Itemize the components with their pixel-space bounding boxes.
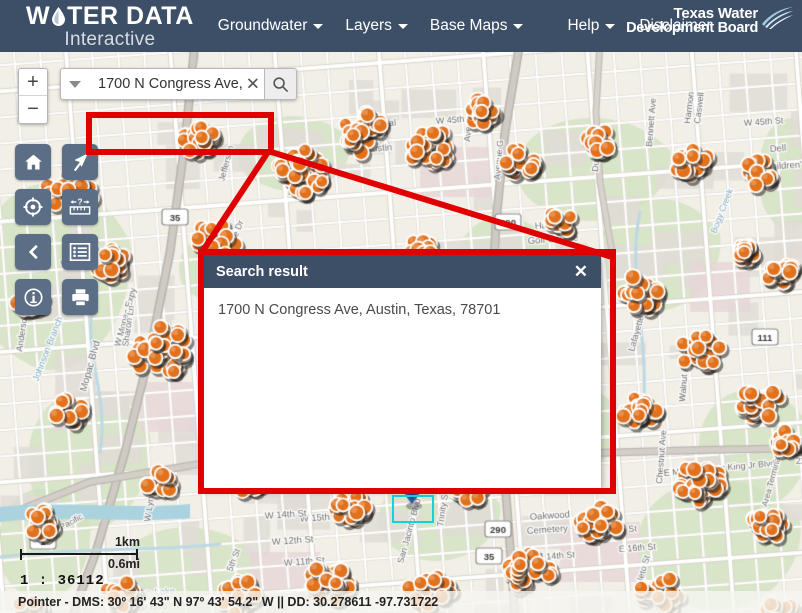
search-result-address: 1700 N Congress Ave, Austin, Texas, 7870… — [218, 302, 501, 318]
logo-water-data: W TER DATA — [26, 1, 194, 30]
logo-w: W — [26, 1, 51, 30]
scale-graphic: 1km 0.6mi — [20, 535, 140, 571]
identify-info-button[interactable] — [15, 279, 51, 315]
chevron-down-icon — [69, 80, 81, 88]
search-bar[interactable]: ✕ — [60, 68, 297, 100]
info-icon — [23, 287, 43, 307]
popup-body: 1700 N Congress Ave, Austin, Texas, 7870… — [204, 288, 601, 488]
home-icon — [24, 154, 42, 169]
nav-base-maps-label: Base Maps — [429, 17, 508, 34]
locate-button[interactable] — [15, 189, 51, 225]
popup-header: Search result ✕ — [204, 255, 601, 288]
svg-text:?: ? — [77, 197, 82, 206]
twdb-swoosh-icon — [760, 7, 794, 34]
twdb-logo-text: Texas Water Development Board — [626, 6, 758, 36]
measure-ruler-icon: ? — [69, 197, 91, 215]
nav-layers[interactable]: Layers — [343, 13, 410, 39]
cursor-arrow-icon — [73, 153, 87, 171]
logo-ter-data: TER DATA — [67, 1, 194, 30]
search-submit-button[interactable] — [264, 68, 297, 100]
nav-groundwater-label: Groundwater — [217, 17, 308, 34]
measure-button[interactable]: ? — [62, 189, 98, 225]
search-source-dropdown[interactable] — [60, 68, 89, 100]
locate-crosshair-icon — [23, 197, 43, 217]
twdb-agency-logo[interactable]: Texas Water Development Board — [626, 6, 794, 36]
scale-bar: 1km 0.6mi 1 : 36112 — [20, 535, 140, 589]
search-result-popup[interactable]: Search result ✕ 1700 N Congress Ave, Aus… — [204, 255, 601, 488]
popup-title: Search result — [216, 263, 308, 280]
scale-mi-label: 0.6mi — [108, 557, 140, 571]
water-data-interactive-app: + − ✕ — [0, 0, 802, 613]
zoom-control[interactable]: + − — [18, 68, 48, 124]
search-input[interactable] — [96, 75, 248, 93]
zoom-in-button[interactable]: + — [19, 69, 47, 96]
chevron-down-icon — [605, 23, 616, 29]
home-button[interactable] — [15, 144, 51, 180]
water-droplet-icon — [51, 6, 66, 26]
nav-layers-label: Layers — [345, 17, 392, 34]
print-button[interactable] — [62, 279, 98, 315]
nav-groundwater[interactable]: Groundwater — [216, 13, 326, 39]
printer-icon — [71, 288, 89, 306]
twdb-line2: Development Board — [626, 20, 758, 37]
scale-line — [20, 549, 138, 560]
nav-base-maps[interactable]: Base Maps — [428, 13, 526, 39]
map-viewport[interactable]: + − ✕ — [0, 52, 802, 613]
legend-button[interactable] — [62, 234, 98, 270]
close-icon[interactable]: ✕ — [571, 261, 591, 282]
logo-subtitle: Interactive — [64, 28, 156, 50]
main-navigation[interactable]: Groundwater Layers Base Maps — [216, 13, 526, 39]
result-pin-highlight — [392, 495, 434, 523]
pointer-coordinates: Pointer - DMS: 30º 16' 43" N 97º 43' 54.… — [18, 595, 439, 609]
scale-km-label: 1km — [114, 535, 140, 549]
status-bar: Pointer - DMS: 30º 16' 43" N 97º 43' 54.… — [0, 591, 802, 613]
nav-help-label: Help — [567, 17, 600, 34]
zoom-out-button[interactable]: − — [19, 96, 47, 123]
search-icon — [273, 76, 288, 92]
legend-list-icon — [69, 243, 91, 261]
chevron-down-icon — [313, 23, 324, 29]
chevron-down-icon — [397, 23, 408, 29]
app-header: W TER DATA Interactive Groundwater Layer… — [0, 0, 802, 52]
search-input-wrapper[interactable]: ✕ — [89, 68, 264, 100]
scale-ratio-label: 1 : 36112 — [20, 573, 105, 589]
nav-help[interactable]: Help — [565, 13, 617, 39]
previous-extent-button[interactable] — [15, 234, 51, 270]
select-cursor-button[interactable] — [62, 144, 98, 180]
clear-search-icon[interactable]: ✕ — [246, 76, 260, 93]
twdb-line1: Texas Water — [673, 5, 758, 22]
app-logo[interactable]: W TER DATA Interactive — [26, 1, 194, 50]
chevron-left-icon — [28, 244, 38, 260]
chevron-down-icon — [513, 23, 524, 29]
map-toolbar[interactable]: ? — [15, 144, 98, 315]
